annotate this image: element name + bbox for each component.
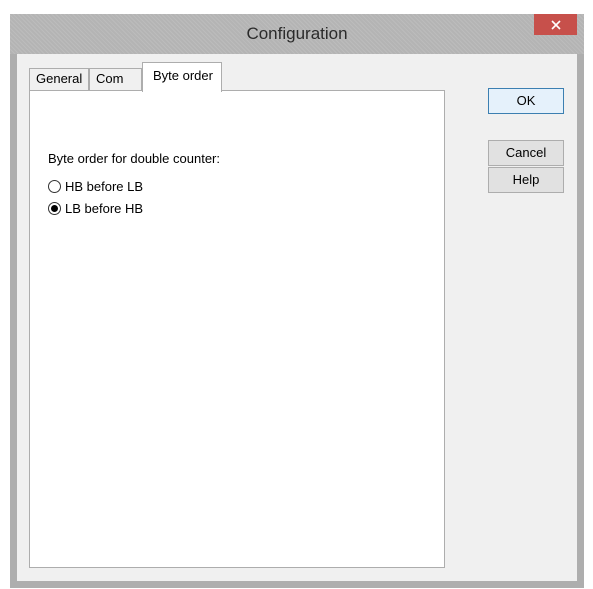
tab-label: Byte order: [153, 68, 213, 83]
byte-order-group-label: Byte order for double counter:: [48, 151, 220, 166]
radio-dot: [51, 205, 58, 212]
tab-com[interactable]: Com: [89, 68, 142, 91]
radio-lb-before-hb[interactable]: LB before HB: [48, 201, 143, 216]
radio-unchecked-icon[interactable]: [48, 180, 61, 193]
tab-label: Com: [96, 71, 124, 86]
radio-checked-icon[interactable]: [48, 202, 61, 215]
radio-label: HB before LB: [65, 179, 144, 194]
tab-byte-order[interactable]: Byte order: [142, 62, 222, 92]
close-button[interactable]: [534, 14, 577, 35]
ok-button[interactable]: OK: [488, 88, 564, 114]
close-icon: [550, 19, 561, 30]
tab-label: General: [36, 71, 83, 86]
help-button[interactable]: Help: [488, 167, 564, 193]
radio-label: LB before HB: [65, 201, 144, 216]
configuration-dialog: Configuration General Com Byte order Byt…: [10, 14, 584, 588]
cancel-button[interactable]: Cancel: [488, 140, 564, 166]
tab-general[interactable]: General: [29, 68, 89, 91]
window-title: Configuration: [246, 24, 348, 43]
byte-order-tab-panel: Byte order for double counter: HB before…: [29, 90, 445, 568]
dialog-client-area: General Com Byte order Byte order for do…: [17, 54, 577, 581]
radio-hb-before-lb[interactable]: HB before LB: [48, 179, 143, 194]
title-bar[interactable]: Configuration: [10, 14, 584, 54]
